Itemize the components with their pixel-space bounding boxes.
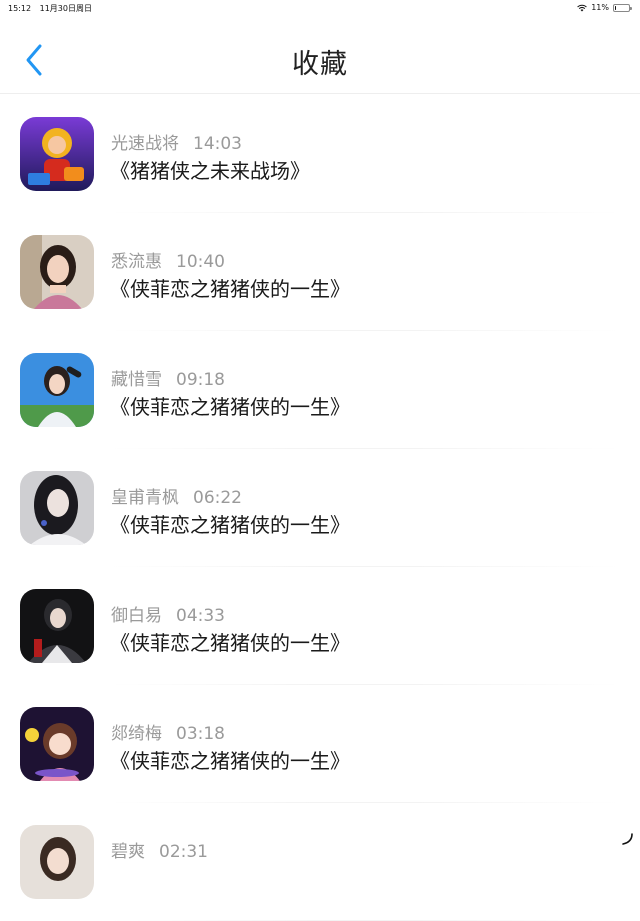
battery-percent: 11% [591,3,609,12]
woman-light-avatar [20,825,94,899]
status-right: 11% [577,3,630,12]
list-item[interactable]: 悉流惠 10:40 《侠菲恋之猪猪侠的一生》 [0,213,640,331]
status-date: 11月30日周日 [40,4,92,13]
favorites-list: 光速战将 14:03 《猪猪侠之未来战场》 悉流惠 10:40 《侠菲恋之猪猪侠的一… [0,95,640,921]
item-meta: 藏惜雪 09:18 [111,365,225,390]
sender-name: 御白易 [111,606,162,626]
loading-spinner-icon [620,832,634,846]
item-meta: 光速战将 14:03 [111,129,242,154]
list-item[interactable]: 皇甫青枫 06:22 《侠菲恋之猪猪侠的一生》 [0,449,640,567]
status-left: 15:12 11月30日周日 [8,3,98,14]
item-message: 《侠菲恋之猪猪侠的一生》 [110,391,350,420]
sender-name: 碧爽 [111,842,145,862]
battery-level [615,6,616,10]
item-message: 《侠菲恋之猪猪侠的一生》 [110,627,350,656]
avatar[interactable] [20,353,94,427]
item-message: 《侠菲恋之猪猪侠的一生》 [110,273,350,302]
item-message: 《猪猪侠之未来战场》 [110,155,310,184]
game-character-avatar [20,589,94,663]
cartoon-hero-avatar [20,117,94,191]
avatar[interactable] [20,825,94,899]
item-time: 06:22 [193,488,242,508]
item-time: 14:03 [193,134,242,154]
list-item[interactable]: 藏惜雪 09:18 《侠菲恋之猪猪侠的一生》 [0,331,640,449]
item-meta: 碧爽 02:31 [111,837,208,862]
list-item[interactable]: 碧爽 02:31 [0,803,640,921]
sender-name: 郯绮梅 [111,724,162,744]
sender-name: 藏惜雪 [111,370,162,390]
sender-name: 皇甫青枫 [111,488,179,508]
avatar[interactable] [20,117,94,191]
avatar[interactable] [20,471,94,545]
battery-icon [613,4,630,12]
list-item[interactable]: 光速战将 14:03 《猪猪侠之未来战场》 [0,95,640,213]
status-time: 15:12 [8,4,31,13]
item-meta: 御白易 04:33 [111,601,225,626]
anime-girl-avatar [20,707,94,781]
item-time: 02:31 [159,842,208,862]
item-time: 10:40 [176,252,225,272]
avatar[interactable] [20,589,94,663]
avatar[interactable] [20,707,94,781]
item-time: 03:18 [176,724,225,744]
list-item[interactable]: 郯绮梅 03:18 《侠菲恋之猪猪侠的一生》 [0,685,640,803]
item-meta: 郯绮梅 03:18 [111,719,225,744]
status-bar: 15:12 11月30日周日 11% [0,0,640,16]
woman-dark-avatar [20,471,94,545]
item-message: 《侠菲恋之猪猪侠的一生》 [110,509,350,538]
item-time: 04:33 [176,606,225,626]
item-time: 09:18 [176,370,225,390]
sender-name: 光速战将 [111,134,179,154]
page-title: 收藏 [0,42,640,81]
girl-sky-avatar [20,353,94,427]
item-meta: 皇甫青枫 06:22 [111,483,242,508]
sender-name: 悉流惠 [111,252,162,272]
woman-portrait-avatar [20,235,94,309]
wifi-icon [577,4,587,12]
list-item[interactable]: 御白易 04:33 《侠菲恋之猪猪侠的一生》 [0,567,640,685]
item-message: 《侠菲恋之猪猪侠的一生》 [110,745,350,774]
navigation-bar: 收藏 [0,16,640,94]
avatar[interactable] [20,235,94,309]
item-meta: 悉流惠 10:40 [111,247,225,272]
